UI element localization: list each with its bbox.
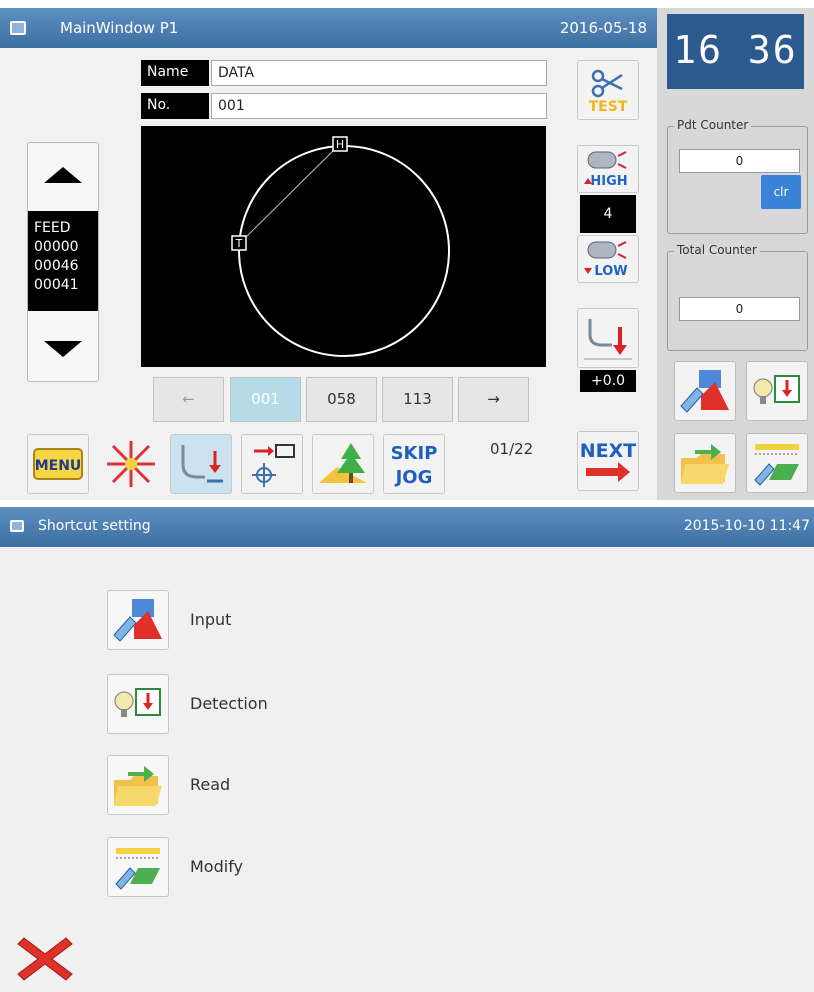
name-field[interactable]: DATA xyxy=(211,60,547,86)
menu-icon: MENU xyxy=(33,448,83,480)
svg-text:JOG: JOG xyxy=(394,467,433,488)
close-button[interactable] xyxy=(14,930,76,988)
speed-low-icon: LOW xyxy=(584,241,628,279)
titlebar: MainWindow P1 2016-05-18 xyxy=(0,8,657,48)
shortcut-titlebar: Shortcut setting 2015-10-10 11:47 xyxy=(0,507,814,547)
clear-counter-button[interactable]: clr xyxy=(761,175,801,209)
read-shortcut-button[interactable] xyxy=(674,433,736,493)
total-counter-field[interactable]: 0 xyxy=(679,297,800,321)
svg-text:NEXT: NEXT xyxy=(580,440,637,462)
feed-value: 00041 xyxy=(34,277,79,293)
shortcut-item-label: Modify xyxy=(190,857,244,876)
modify-icon[interactable] xyxy=(107,837,169,897)
scissors-test-icon: TEST xyxy=(589,69,628,115)
next-button[interactable]: NEXT xyxy=(577,431,639,491)
arrow-down-icon xyxy=(44,341,82,357)
end-marker-label: T xyxy=(235,237,243,250)
shortcut-item-modify[interactable]: Modify xyxy=(107,837,507,899)
clock-display: 16 36 xyxy=(667,14,804,89)
svg-text:TEST: TEST xyxy=(589,99,628,115)
speed-value: 4 xyxy=(580,195,636,233)
shortcut-item-read[interactable]: Read xyxy=(107,755,507,817)
feed-panel: FEED 00000 00046 00041 xyxy=(27,142,99,382)
shortcut-item-detection[interactable]: Detection xyxy=(107,674,507,736)
input-shortcut-button[interactable] xyxy=(674,361,736,421)
circle-pattern xyxy=(238,145,450,357)
window-title: MainWindow P1 xyxy=(60,19,179,37)
total-counter-title: Total Counter xyxy=(674,243,760,257)
skip-jog-icon: SKIP JOG xyxy=(391,443,438,488)
page-counter: 01/22 xyxy=(490,440,534,458)
pdt-counter-field[interactable]: 0 xyxy=(679,149,800,173)
shortcut-item-label: Read xyxy=(190,775,231,794)
origin-arrows-icon xyxy=(107,441,155,487)
pdt-counter-title: Pdt Counter xyxy=(674,118,752,132)
page-button-001[interactable]: 001 xyxy=(230,377,301,422)
scroll-down-button[interactable] xyxy=(28,319,98,379)
page-button-113[interactable]: 113 xyxy=(382,377,453,422)
detection-icon xyxy=(753,375,800,404)
pattern-drawing: H T xyxy=(231,136,450,357)
presser-foot-icon xyxy=(181,445,223,483)
feed-value: 00046 xyxy=(34,258,79,274)
svg-text:SKIP: SKIP xyxy=(391,443,438,464)
start-marker-label: H xyxy=(336,138,344,151)
offset-button[interactable] xyxy=(577,308,639,368)
window-icon xyxy=(10,21,26,35)
status-panel: 16 36 Pdt Counter 0 clr Total Counter 0 xyxy=(657,8,814,500)
page-button-058[interactable]: 058 xyxy=(306,377,377,422)
presser-foot-button[interactable] xyxy=(170,434,232,494)
next-arrow-icon: NEXT xyxy=(580,440,637,482)
total-counter-group: Total Counter 0 xyxy=(667,243,808,351)
main-frame: MainWindow P1 2016-05-18 Name DATA No. 0… xyxy=(0,8,657,500)
name-label: Name xyxy=(141,60,209,86)
svg-text:HIGH: HIGH xyxy=(590,174,627,189)
move-origin-icon xyxy=(252,444,295,487)
number-field[interactable]: 001 xyxy=(211,93,547,119)
shortcut-item-label: Detection xyxy=(190,694,268,713)
feed-display: FEED 00000 00046 00041 xyxy=(28,211,98,311)
window-icon xyxy=(10,520,24,532)
input-icon xyxy=(680,370,729,413)
shortcut-window-datetime: 2015-10-10 11:47 xyxy=(683,518,810,534)
read-folder-icon xyxy=(681,444,729,484)
offset-value: +0.0 xyxy=(580,370,636,392)
shortcut-item-input[interactable]: Input xyxy=(107,590,507,652)
shortcut-item-label: Input xyxy=(190,610,232,629)
trace-tree-icon xyxy=(319,443,367,483)
presser-offset-icon xyxy=(584,319,632,360)
shortcut-window-title: Shortcut setting xyxy=(38,518,151,534)
read-folder-icon[interactable] xyxy=(107,755,169,815)
modify-icon xyxy=(754,444,799,486)
modify-shortcut-button[interactable] xyxy=(746,433,808,493)
shortcut-window: Shortcut setting 2015-10-10 11:47 Input … xyxy=(0,507,814,992)
pdt-counter-group: Pdt Counter 0 clr xyxy=(667,118,808,234)
detection-shortcut-button[interactable] xyxy=(746,361,808,421)
skip-jog-button[interactable]: SKIP JOG xyxy=(383,434,445,494)
pattern-canvas[interactable]: H T xyxy=(141,126,546,367)
number-label: No. xyxy=(141,93,209,119)
svg-text:MENU: MENU xyxy=(35,458,82,474)
svg-text:LOW: LOW xyxy=(594,264,627,279)
origin-button[interactable] xyxy=(100,434,162,494)
speed-low-button[interactable]: LOW xyxy=(577,235,639,283)
arrow-up-icon xyxy=(44,167,82,183)
input-icon[interactable] xyxy=(107,590,169,650)
speed-high-icon: HIGH xyxy=(584,151,628,189)
prev-page-button[interactable]: ← xyxy=(153,377,224,422)
feed-value: 00000 xyxy=(34,239,79,255)
trace-button[interactable] xyxy=(312,434,374,494)
detection-icon[interactable] xyxy=(107,674,169,734)
next-page-button[interactable]: → xyxy=(458,377,529,422)
speed-high-button[interactable]: HIGH xyxy=(577,145,639,193)
move-origin-button[interactable] xyxy=(241,434,303,494)
main-window: MainWindow P1 2016-05-18 Name DATA No. 0… xyxy=(0,8,814,500)
close-icon xyxy=(17,937,73,981)
feed-label: FEED xyxy=(34,220,71,236)
window-date: 2016-05-18 xyxy=(559,19,647,37)
scroll-up-button[interactable] xyxy=(28,143,98,203)
menu-button[interactable]: MENU xyxy=(27,434,89,494)
test-trim-button[interactable]: TEST xyxy=(577,60,639,120)
